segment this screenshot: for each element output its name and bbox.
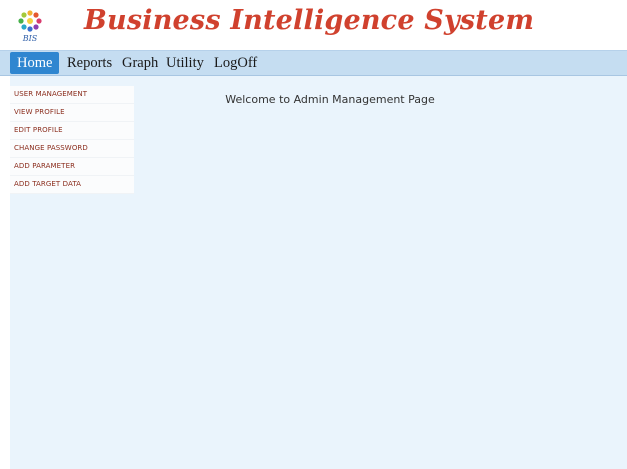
sidebar-item-edit-profile[interactable]: EDIT PROFILE [10, 122, 134, 140]
sidebar-item-view-profile[interactable]: VIEW PROFILE [10, 104, 134, 122]
nav-reports[interactable]: Reports [67, 51, 112, 75]
welcome-message: Welcome to Admin Management Page [225, 93, 435, 106]
nav-home[interactable]: Home [10, 52, 60, 74]
nav-graph[interactable]: Graph [122, 51, 158, 75]
logo-text: BIS [22, 34, 38, 43]
brand-title: Business Intelligence System [84, 5, 535, 36]
nav-logoff[interactable]: LogOff [214, 51, 257, 75]
page: BIS Business Intelligence System Home Re… [0, 0, 627, 469]
header: BIS Business Intelligence System [0, 0, 627, 50]
top-nav: Home Reports Graph Utility LogOff [0, 50, 627, 76]
sidebar-item-add-parameter[interactable]: ADD PARAMETER [10, 158, 134, 176]
main-content: USER MANAGEMENT VIEW PROFILE EDIT PROFIL… [10, 76, 627, 469]
bis-logo-icon: BIS [18, 10, 42, 43]
nav-utility[interactable]: Utility [166, 51, 204, 75]
sidebar-item-add-target-data[interactable]: ADD TARGET DATA [10, 176, 134, 194]
sidebar-item-change-password[interactable]: CHANGE PASSWORD [10, 140, 134, 158]
